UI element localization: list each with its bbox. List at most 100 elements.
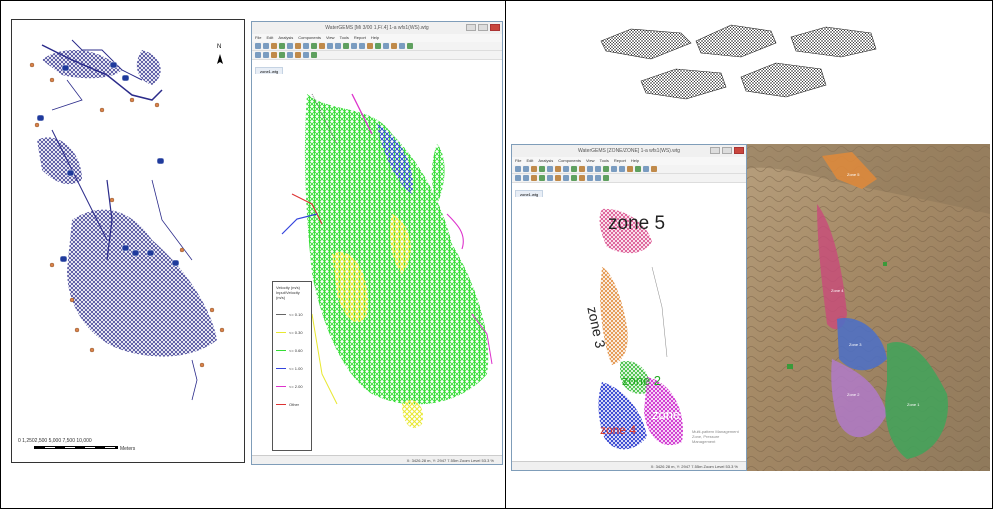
toolbar-icon[interactable] [367, 43, 373, 49]
toolbar-icon[interactable] [595, 166, 601, 172]
network-map-panel: N 0 1,2502,500 5,000 7,500 10,000 Meters [11, 19, 245, 463]
toolbar-icon[interactable] [263, 52, 269, 58]
scalebar [34, 446, 118, 449]
minimize-button[interactable] [710, 147, 720, 154]
sat-zone-label: Zone 5 [847, 172, 860, 177]
menu-tools[interactable]: Tools [340, 34, 349, 42]
toolbar-icon[interactable] [563, 175, 569, 181]
status-bar: X: 3426.28 m, Y: 2947 7.55m Zoom Level 5… [252, 455, 502, 464]
toolbar-icon[interactable] [531, 175, 537, 181]
toolbar-icon[interactable] [547, 166, 553, 172]
minimize-button[interactable] [466, 24, 476, 31]
legend-label: <= 2.00 [289, 384, 303, 389]
toolbar-icon[interactable] [539, 175, 545, 181]
toolbar-icon[interactable] [515, 166, 521, 172]
legend-swatch [276, 332, 286, 333]
toolbar-icon[interactable] [271, 43, 277, 49]
north-arrow-icon [217, 54, 223, 64]
window-titlebar: WaterGEMS [ZONE/ZONE] 1-a wfs1(WS).wtg [512, 145, 746, 157]
menu-report[interactable]: Report [354, 34, 366, 42]
toolbar-icon[interactable] [327, 43, 333, 49]
drawing-canvas[interactable]: Velocity (m/s) Input/Velocity (m/s) <= 0… [252, 74, 502, 455]
window-title: WaterGEMS [Mi 3/00 1,F/.4] 1-a wfs1(WS).… [325, 25, 429, 31]
menu-report[interactable]: Report [614, 157, 626, 165]
toolbar-icon[interactable] [531, 166, 537, 172]
toolbar-icon[interactable] [407, 43, 413, 49]
toolbar-icon[interactable] [303, 52, 309, 58]
toolbar-icon[interactable] [295, 43, 301, 49]
maximize-button[interactable] [478, 24, 488, 31]
toolbar-icon[interactable] [359, 43, 365, 49]
menu-tools[interactable]: Tools [600, 157, 609, 165]
menu-components[interactable]: Components [558, 157, 581, 165]
toolbar-icon[interactable] [643, 166, 649, 172]
toolbar-icon[interactable] [555, 175, 561, 181]
legend-title: Velocity (m/s) Input/Velocity (m/s) [276, 285, 301, 300]
toolbar-icon[interactable] [311, 52, 317, 58]
toolbar-icon[interactable] [303, 43, 309, 49]
legend-swatch [276, 368, 286, 369]
toolbar [252, 42, 502, 51]
toolbar-icon[interactable] [351, 43, 357, 49]
toolbar-icon[interactable] [619, 166, 625, 172]
menu-components[interactable]: Components [298, 34, 321, 42]
menu-view[interactable]: View [326, 34, 335, 42]
scalebar-label: 0 1,2502,500 5,000 7,500 10,000 [18, 438, 92, 444]
toolbar-icon[interactable] [343, 43, 349, 49]
toolbar-icon[interactable] [271, 52, 277, 58]
toolbar-icon[interactable] [587, 166, 593, 172]
menu-view[interactable]: View [586, 157, 595, 165]
toolbar-icon[interactable] [399, 43, 405, 49]
menu-help[interactable]: Help [371, 34, 379, 42]
menu-edit[interactable]: Edit [526, 157, 533, 165]
legend-swatch [276, 404, 286, 405]
toolbar-icon[interactable] [287, 52, 293, 58]
menu-analysis[interactable]: Analysis [538, 157, 553, 165]
menu-help[interactable]: Help [631, 157, 639, 165]
toolbar-icon[interactable] [311, 43, 317, 49]
toolbar-icon[interactable] [611, 166, 617, 172]
toolbar-icon[interactable] [579, 166, 585, 172]
menu-edit[interactable]: Edit [266, 34, 273, 42]
menu-analysis[interactable]: Analysis [278, 34, 293, 42]
toolbar-icon[interactable] [627, 166, 633, 172]
close-button[interactable] [490, 24, 500, 31]
toolbar-icon[interactable] [319, 43, 325, 49]
toolbar-icon[interactable] [255, 43, 261, 49]
toolbar-icon[interactable] [539, 166, 545, 172]
toolbar-icon[interactable] [563, 166, 569, 172]
toolbar-icon[interactable] [555, 166, 561, 172]
toolbar-icon[interactable] [651, 166, 657, 172]
toolbar-icon[interactable] [335, 43, 341, 49]
toolbar-icon[interactable] [603, 166, 609, 172]
dem-surface-5 [740, 62, 827, 98]
toolbar-icon[interactable] [579, 175, 585, 181]
toolbar-icon[interactable] [375, 43, 381, 49]
toolbar-icon[interactable] [279, 43, 285, 49]
toolbar-icon[interactable] [263, 43, 269, 49]
toolbar-icon[interactable] [295, 52, 301, 58]
toolbar-icon[interactable] [255, 52, 261, 58]
toolbar-icon[interactable] [515, 175, 521, 181]
drawing-canvas[interactable]: zone 5 zone 3 zone 2 zone 1 zone 4 Multi… [512, 197, 746, 461]
toolbar-icon[interactable] [603, 175, 609, 181]
toolbar-icon[interactable] [571, 166, 577, 172]
menu-file[interactable]: File [515, 157, 521, 165]
toolbar-icon[interactable] [595, 175, 601, 181]
toolbar-icon[interactable] [571, 175, 577, 181]
zone-2-label: zone 2 [622, 373, 662, 388]
toolbar-icon[interactable] [587, 175, 593, 181]
maximize-button[interactable] [722, 147, 732, 154]
toolbar-icon[interactable] [523, 166, 529, 172]
satellite-image [747, 144, 990, 471]
toolbar-icon[interactable] [635, 166, 641, 172]
velocity-legend: Velocity (m/s) Input/Velocity (m/s) <= 0… [272, 281, 312, 451]
toolbar-icon[interactable] [383, 43, 389, 49]
close-button[interactable] [734, 147, 744, 154]
toolbar-icon[interactable] [523, 175, 529, 181]
toolbar-icon[interactable] [391, 43, 397, 49]
toolbar-icon[interactable] [279, 52, 285, 58]
toolbar-icon[interactable] [547, 175, 553, 181]
toolbar-icon[interactable] [287, 43, 293, 49]
menu-file[interactable]: File [255, 34, 261, 42]
